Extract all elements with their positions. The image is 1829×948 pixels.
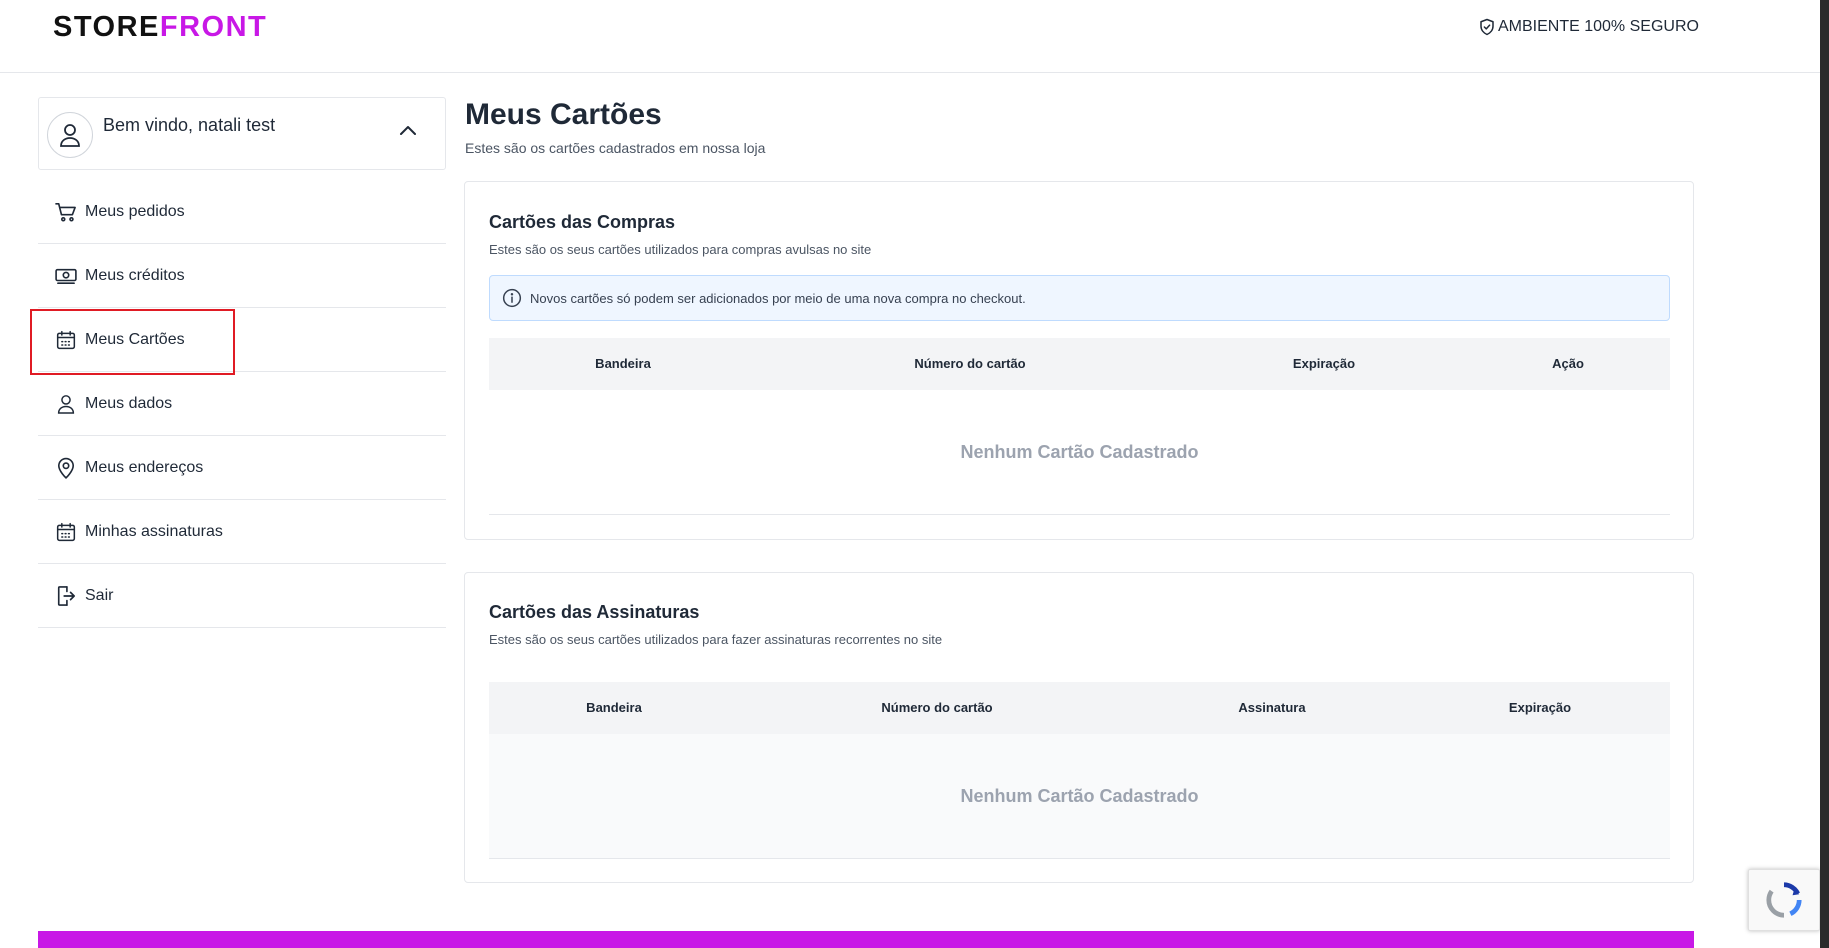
recaptcha-badge[interactable]	[1748, 869, 1820, 931]
empty-state-text: Nenhum Cartão Cadastrado	[960, 441, 1199, 462]
sidebar-item-label: Meus endereços	[85, 458, 204, 476]
column-header-bandeira: Bandeira	[586, 700, 642, 715]
user-icon	[60, 124, 80, 147]
money-icon	[54, 264, 78, 288]
subscription-cards-panel: Cartões das Assinaturas Estes são os seu…	[464, 572, 1694, 883]
calendar-icon	[54, 328, 78, 352]
logo-text-store: STORE	[53, 11, 160, 43]
column-header-bandeira: Bandeira	[595, 356, 651, 371]
section-subtitle: Estes são os seus cartões utilizados par…	[489, 242, 872, 257]
sidebar-item-label: Meus dados	[85, 394, 173, 412]
site-header: STOREFRONT AMBIENTE 100% SEGURO	[0, 0, 1820, 73]
sidebar-item-meus-dados[interactable]: Meus dados	[38, 372, 446, 436]
avatar	[47, 112, 93, 158]
info-alert-text: Novos cartões só podem ser adicionados p…	[530, 290, 1026, 306]
column-header-acao: Ação	[1552, 356, 1584, 371]
page-subtitle: Estes são os cartões cadastrados em noss…	[465, 140, 766, 156]
empty-table-row: Nenhum Cartão Cadastrado	[489, 734, 1670, 859]
column-header-expiracao: Expiração	[1292, 356, 1356, 371]
sidebar-item-label: Meus pedidos	[85, 202, 185, 220]
column-header-expiracao: Expiração	[1508, 700, 1572, 715]
sidebar-item-label: Meus Cartões	[85, 330, 185, 348]
column-header-assinatura: Assinatura	[1238, 700, 1306, 715]
section-title: Cartões das Compras	[489, 212, 676, 232]
sidebar-item-minhas-assinaturas[interactable]: Minhas assinaturas	[38, 500, 446, 564]
calendar-icon	[54, 520, 78, 544]
shield-check-icon	[1480, 18, 1494, 36]
info-alert: Novos cartões só podem ser adicionados p…	[489, 275, 1670, 321]
user-welcome-panel[interactable]: Bem vindo, natali test	[38, 97, 446, 170]
chevron-up-icon[interactable]	[399, 124, 417, 136]
sidebar-item-meus-cartoes[interactable]: Meus Cartões	[38, 308, 446, 372]
column-header-numero-cartao: Número do cartão	[914, 356, 1026, 371]
sidebar-item-label: Sair	[85, 586, 114, 604]
user-icon	[54, 392, 78, 416]
secure-environment-badge: AMBIENTE 100% SEGURO	[1478, 18, 1699, 36]
empty-table-row: Nenhum Cartão Cadastrado	[489, 390, 1670, 515]
empty-state-text: Nenhum Cartão Cadastrado	[960, 785, 1199, 806]
logout-icon	[54, 584, 78, 608]
logo-text-front: FRONT	[159, 11, 268, 43]
purchase-cards-panel: Cartões das Compras Estes são os seus ca…	[464, 181, 1694, 540]
column-header-numero-cartao: Número do cartão	[881, 700, 993, 715]
sidebar-item-meus-pedidos[interactable]: Meus pedidos	[38, 180, 446, 244]
page-title: Meus Cartões	[465, 98, 662, 131]
info-icon	[502, 288, 522, 308]
sidebar-item-meus-enderecos[interactable]: Meus endereços	[38, 436, 446, 500]
table-header: Bandeira Número do cartão Expiração Ação	[489, 338, 1670, 390]
sidebar-item-sair[interactable]: Sair	[38, 564, 446, 628]
table-header: Bandeira Número do cartão Assinatura Exp…	[489, 682, 1670, 734]
section-subtitle: Estes são os seus cartões utilizados par…	[489, 632, 943, 647]
location-pin-icon	[54, 456, 78, 480]
sidebar-item-label: Minhas assinaturas	[85, 522, 223, 540]
storefront-logo[interactable]: STOREFRONT	[53, 11, 267, 44]
footer-bar	[38, 931, 1694, 948]
cart-icon	[54, 200, 78, 224]
section-title: Cartões das Assinaturas	[489, 602, 700, 622]
sidebar-item-label: Meus créditos	[85, 266, 185, 284]
secure-label: AMBIENTE 100% SEGURO	[1498, 18, 1699, 35]
recaptcha-icon	[1766, 882, 1802, 918]
sidebar-item-meus-creditos[interactable]: Meus créditos	[38, 244, 446, 308]
welcome-text: Bem vindo, natali test	[103, 115, 276, 135]
window-scrollbar[interactable]	[1820, 0, 1829, 948]
